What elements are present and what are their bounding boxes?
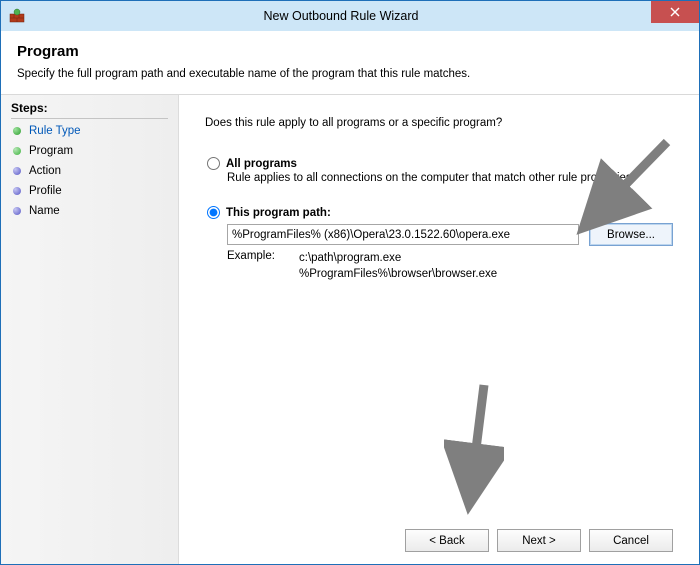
wizard-footer: < Back Next > Cancel bbox=[205, 517, 673, 552]
browse-button[interactable]: Browse... bbox=[589, 223, 673, 246]
option-description: Rule applies to all connections on the c… bbox=[227, 172, 673, 184]
option-label: All programs bbox=[226, 158, 297, 170]
cancel-button[interactable]: Cancel bbox=[589, 529, 673, 552]
wizard-header: Program Specify the full program path an… bbox=[1, 31, 699, 95]
option-label: This program path: bbox=[226, 207, 331, 219]
annotation-arrow-icon bbox=[444, 375, 504, 515]
example-label: Example: bbox=[227, 250, 299, 282]
radio-all-programs[interactable] bbox=[207, 157, 220, 170]
wizard-window: New Outbound Rule Wizard Program Specify… bbox=[0, 0, 700, 565]
sidebar-item-label: Rule Type bbox=[29, 125, 81, 137]
sidebar-item-name: Name bbox=[11, 201, 168, 221]
step-bullet-icon bbox=[13, 127, 21, 135]
steps-title: Steps: bbox=[11, 101, 168, 119]
sidebar-item-label: Profile bbox=[29, 185, 62, 197]
firewall-icon bbox=[9, 8, 25, 24]
sidebar-item-label: Program bbox=[29, 145, 73, 157]
title-bar: New Outbound Rule Wizard bbox=[1, 1, 699, 31]
wizard-body: Steps: Rule Type Program Action Profile … bbox=[1, 95, 699, 564]
program-path-input[interactable] bbox=[227, 224, 579, 245]
step-bullet-icon bbox=[13, 147, 21, 155]
example-block: Example: c:\path\program.exe %ProgramFil… bbox=[227, 250, 673, 282]
close-button[interactable] bbox=[651, 1, 699, 23]
example-line: %ProgramFiles%\browser\browser.exe bbox=[299, 266, 497, 282]
sidebar-item-action: Action bbox=[11, 161, 168, 181]
wizard-content: Does this rule apply to all programs or … bbox=[179, 95, 699, 564]
page-subtitle: Specify the full program path and execut… bbox=[17, 68, 683, 80]
back-button[interactable]: < Back bbox=[405, 529, 489, 552]
sidebar-item-label: Action bbox=[29, 165, 61, 177]
sidebar-item-profile: Profile bbox=[11, 181, 168, 201]
step-bullet-icon bbox=[13, 207, 21, 215]
step-bullet-icon bbox=[13, 187, 21, 195]
option-all-programs: All programs Rule applies to all connect… bbox=[205, 157, 673, 184]
example-line: c:\path\program.exe bbox=[299, 250, 497, 266]
steps-sidebar: Steps: Rule Type Program Action Profile … bbox=[1, 95, 179, 564]
sidebar-item-label: Name bbox=[29, 205, 60, 217]
next-button[interactable]: Next > bbox=[497, 529, 581, 552]
option-this-program-path: This program path: Browse... Example: c:… bbox=[205, 206, 673, 282]
question-text: Does this rule apply to all programs or … bbox=[205, 117, 673, 129]
page-title: Program bbox=[17, 43, 683, 60]
step-bullet-icon bbox=[13, 167, 21, 175]
close-icon bbox=[670, 7, 680, 17]
sidebar-item-program: Program bbox=[11, 141, 168, 161]
sidebar-item-rule-type[interactable]: Rule Type bbox=[11, 121, 168, 141]
window-title: New Outbound Rule Wizard bbox=[31, 9, 699, 23]
radio-this-program-path[interactable] bbox=[207, 206, 220, 219]
